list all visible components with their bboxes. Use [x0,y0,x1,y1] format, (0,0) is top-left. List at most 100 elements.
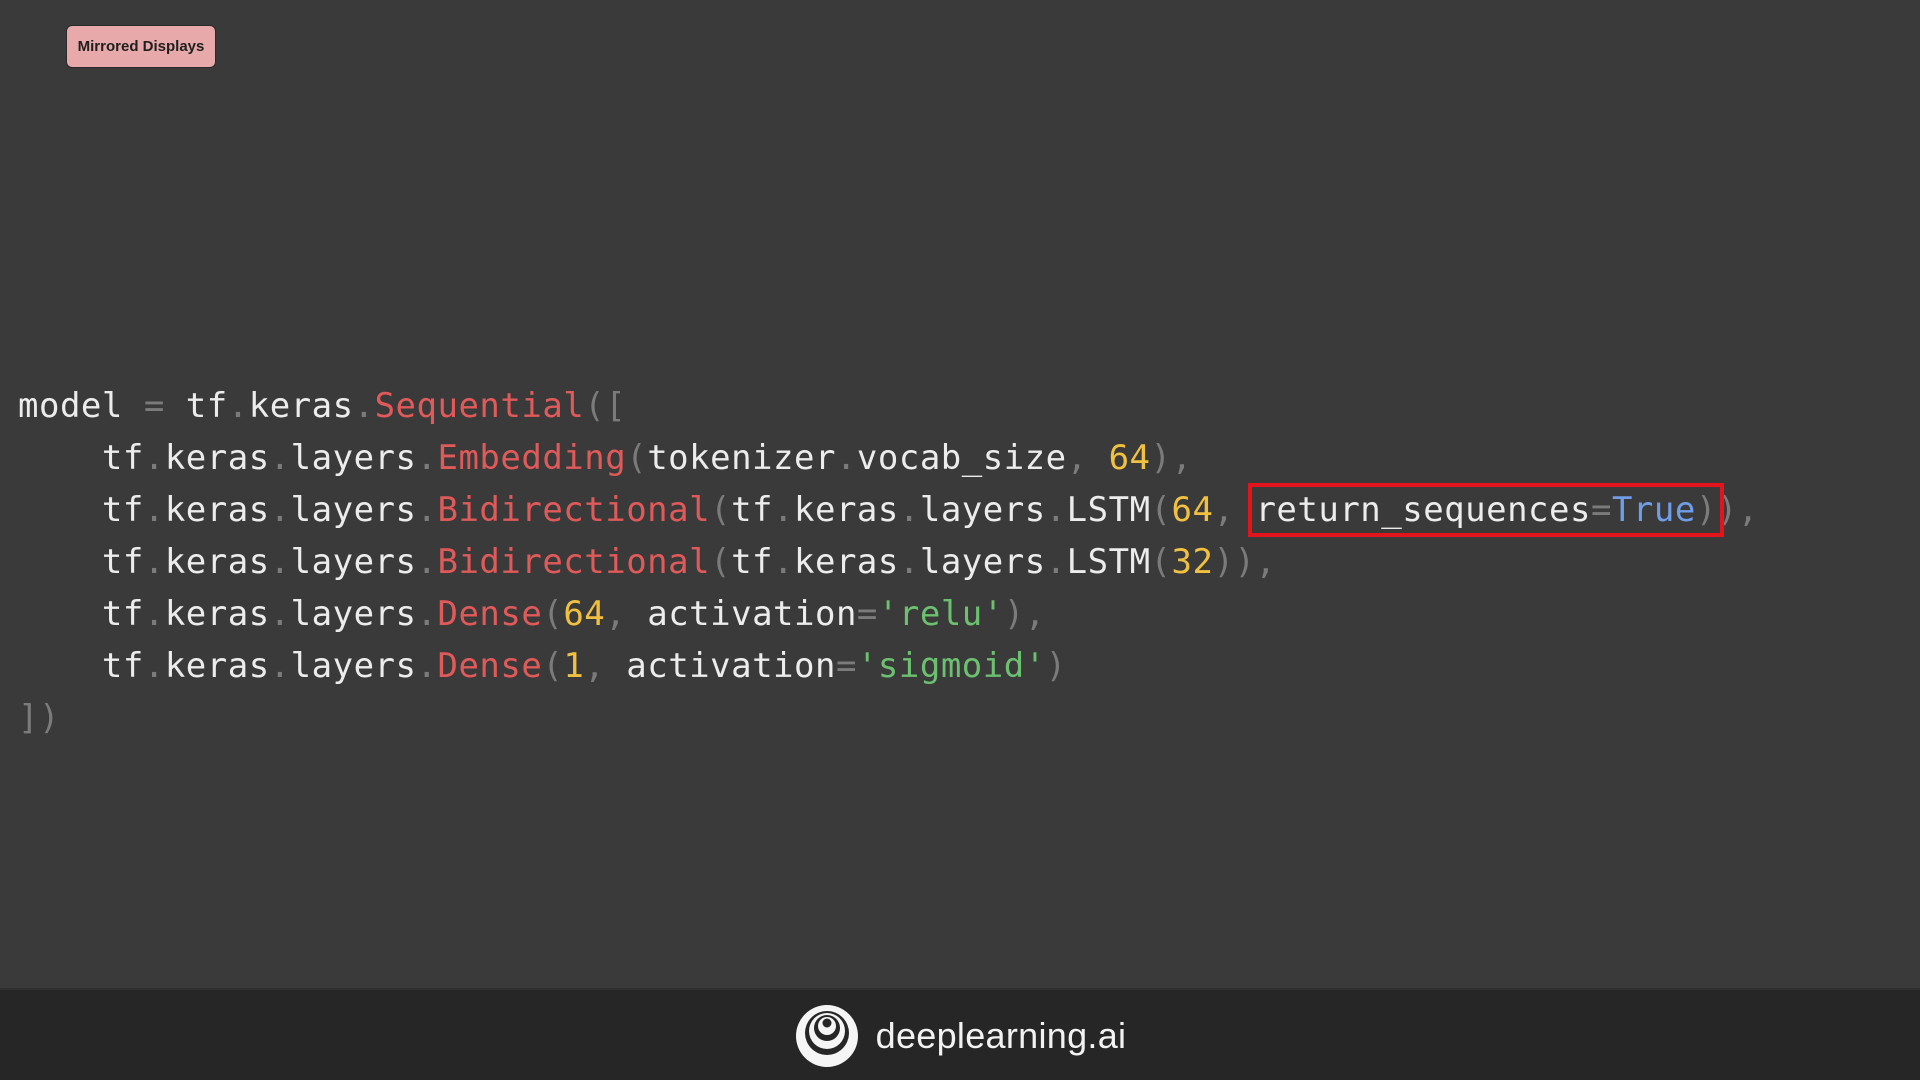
code-token: tf [731,490,774,530]
code-token: . [143,594,165,634]
code-token: , [605,594,648,634]
code-token: keras [164,646,270,686]
code-token: ( [710,542,732,582]
code-token: ([ [584,386,627,426]
code-token: ( [542,646,564,686]
code-token: . [143,490,165,530]
brand: deeplearning.ai [794,1003,1127,1069]
code-token: = [122,386,186,426]
code-token: ) [1695,490,1717,530]
code-line: tf.keras.layers.Bidirectional(tf.keras.l… [18,483,1759,537]
code-token: ( [1150,542,1172,582]
code-token: keras [794,490,899,530]
code-token: Embedding [437,438,627,478]
code-token: model [18,386,123,426]
code-token: tf [18,646,144,686]
footer-bar: deeplearning.ai [0,988,1920,1080]
code-token: 1 [563,646,585,686]
code-token: Dense [437,646,543,686]
code-token: . [773,542,794,582]
code-token: . [835,438,857,478]
code-token: , [584,646,627,686]
code-token: tf [731,542,774,582]
code-token: return_sequences [1255,490,1591,530]
code-line: tf.keras.layers.Embedding(tokenizer.voca… [18,432,1759,484]
code-token: ), [1716,490,1759,530]
code-token: Bidirectional [437,542,711,582]
code-token: ( [542,594,564,634]
code-token: ) [1045,646,1067,686]
code-token: . [143,542,165,582]
code-token: , [1213,490,1256,530]
code-token: tf [18,490,144,530]
code-token: = [1590,490,1612,530]
code-token: Dense [437,594,543,634]
code-token: keras [164,490,270,530]
code-token: layers [919,490,1046,530]
code-token: layers [290,438,417,478]
code-token: keras [164,594,270,634]
code-token: ( [1150,490,1172,530]
code-token: ]) [18,698,60,738]
code-token: keras [164,542,270,582]
code-token: )), [1213,542,1277,582]
code-token: . [353,386,375,426]
code-token: . [898,490,920,530]
code-token: , [1066,438,1109,478]
code-token: . [143,438,165,478]
code-token: Sequential [374,386,585,426]
code-token: True [1611,490,1696,530]
code-token: layers [290,490,417,530]
code-token: 64 [1108,438,1151,478]
code-token: . [269,542,291,582]
code-token: . [269,438,291,478]
code-line: tf.keras.layers.Dense(1, activation='sig… [18,640,1759,692]
code-token: tf [185,386,228,426]
mirrored-displays-label: Mirrored Displays [77,38,205,55]
code-token: layers [290,646,417,686]
code-token: . [227,386,249,426]
brand-name: deeplearning.ai [875,1015,1127,1056]
code-token: LSTM [1066,490,1151,530]
code-token: . [416,490,438,530]
code-token: tokenizer [647,438,836,478]
code-token: . [416,646,438,686]
code-token: 32 [1171,542,1214,582]
code-token: . [1045,490,1067,530]
code-token: ), [1150,438,1193,478]
code-token: . [143,646,165,686]
code-token: . [269,646,291,686]
code-token: = [856,594,878,634]
code-token: . [416,438,438,478]
code-token: keras [248,386,354,426]
code-token: 'sigmoid' [856,646,1046,686]
code-line: ]) [18,692,1759,744]
code-token: layers [290,542,417,582]
code-token: . [898,542,920,582]
code-token: . [269,594,291,634]
code-token: keras [794,542,899,582]
code-token: Bidirectional [437,490,711,530]
code-line: model = tf.keras.Sequential([ [18,380,1759,432]
code-token: layers [290,594,417,634]
code-token: 64 [1171,490,1214,530]
code-token: keras [164,438,270,478]
mirrored-displays-badge[interactable]: Mirrored Displays [66,25,216,68]
deeplearning-ai-logo-icon [795,1005,858,1067]
code-token: tf [18,542,144,582]
code-token: . [1045,542,1067,582]
code-token: ( [710,490,732,530]
code-token: 'relu' [877,594,1004,634]
code-token: tf [18,438,144,478]
code-block: model = tf.keras.Sequential([ tf.keras.l… [18,380,1759,744]
code-token: 64 [563,594,606,634]
code-line: tf.keras.layers.Dense(64, activation='re… [18,588,1759,640]
code-token: tf [18,594,144,634]
code-token: . [269,490,291,530]
code-token: ), [1003,594,1046,634]
code-token: . [416,594,438,634]
code-token: ( [626,438,648,478]
code-token: activation [626,646,836,686]
screen: Mirrored Displays model = tf.keras.Seque… [0,0,1920,1080]
code-token: . [416,542,438,582]
